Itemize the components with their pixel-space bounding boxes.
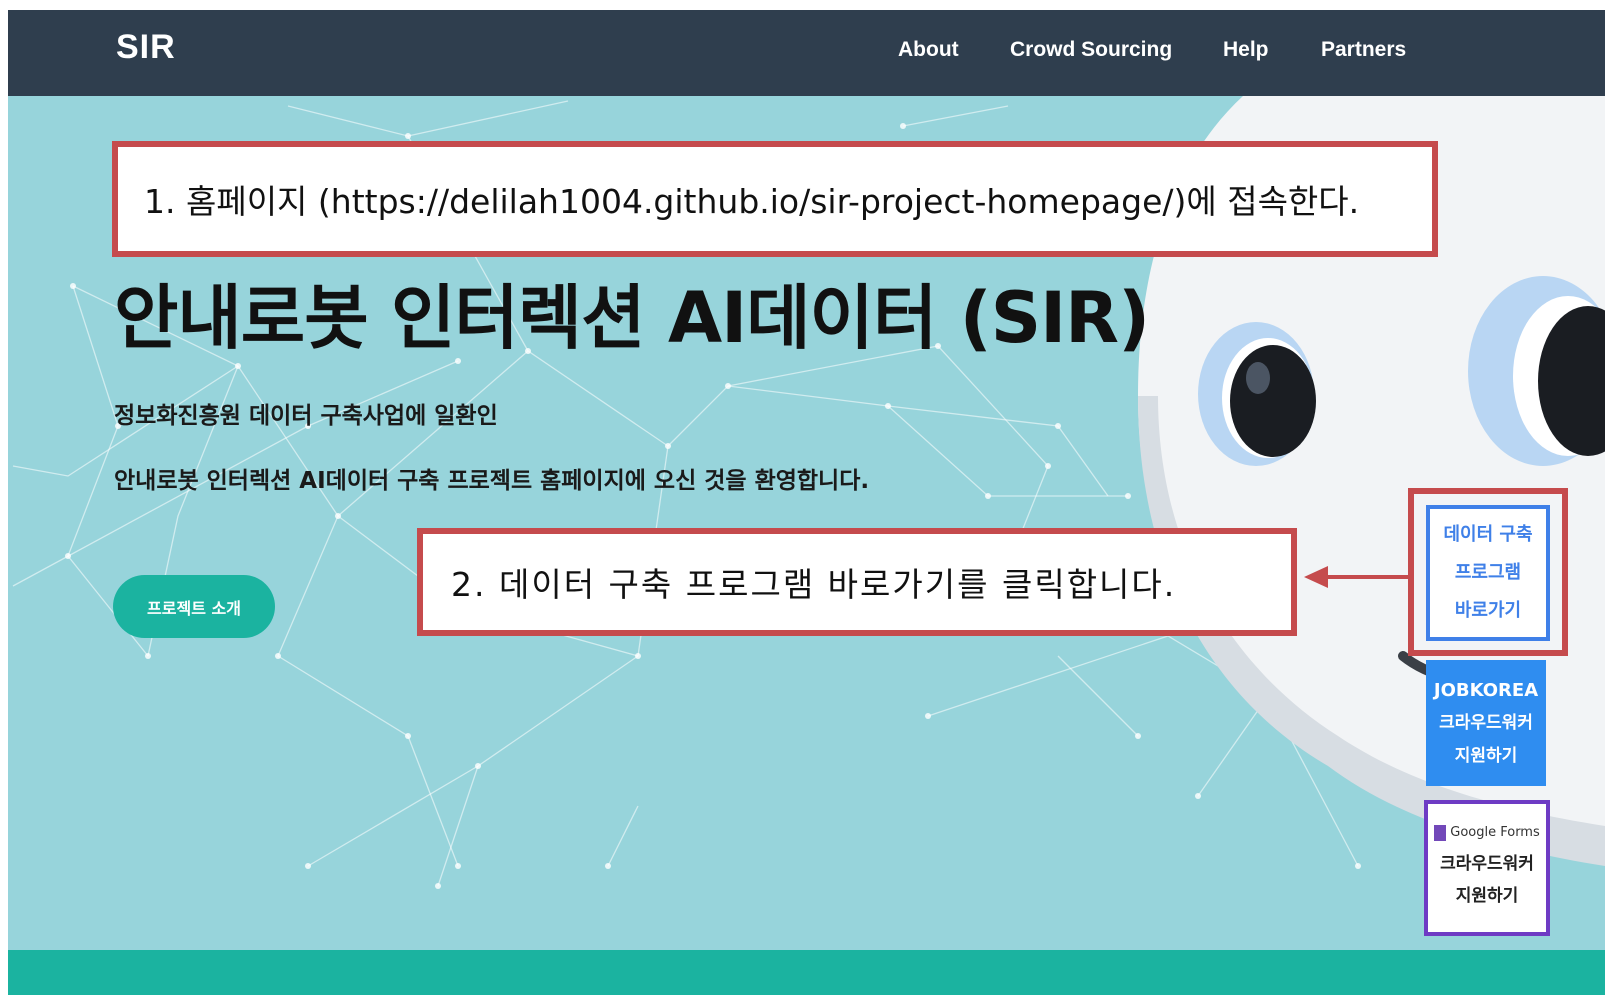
jobkorea-apply-button[interactable]: JOBKOREA 크라우드워커 지원하기 [1426,660,1546,786]
annotation-arrow-head-icon [1304,566,1328,588]
google-forms-label: Google Forms [1450,825,1540,840]
jobkorea-line-3: 지원하기 [1454,745,1518,766]
browser-viewport: SIR About Crowd Sourcing Help Partners 안… [8,10,1605,995]
project-intro-button[interactable]: 프로젝트 소개 [113,575,275,638]
annotation-step-2: 2. 데이터 구축 프로그램 바로가기를 클릭합니다. [417,528,1297,636]
jobkorea-logo-text: JOBKOREA [1433,679,1539,701]
google-forms-line-1: 크라우드워커 [1440,854,1534,874]
hero-subtitle-2: 안내로봇 인터렉션 AI데이터 구축 프로젝트 홈페이지에 오신 것을 환영합니… [114,468,870,494]
annotation-step-1: 1. 홈페이지 (https://delilah1004.github.io/s… [112,141,1438,257]
hero-title: 안내로봇 인터렉션 AI데이터 (SIR) [114,277,1150,359]
google-forms-icon [1434,825,1447,841]
jobkorea-line-2: 크라우드워커 [1439,712,1533,733]
nav-link-help[interactable]: Help [1223,38,1269,62]
annotation-arrow-line [1328,575,1410,579]
google-forms-apply-button[interactable]: Google Forms 크라우드워커 지원하기 [1424,800,1550,936]
nav-link-about[interactable]: About [898,38,959,62]
nav-link-crowd-sourcing[interactable]: Crowd Sourcing [1010,38,1172,62]
footer-band [8,950,1605,995]
annotation-highlight-box [1408,488,1568,656]
nav-link-partners[interactable]: Partners [1321,38,1406,62]
brand-logo[interactable]: SIR [116,28,176,67]
google-forms-line-2: 지원하기 [1455,886,1519,906]
top-navbar: SIR About Crowd Sourcing Help Partners [8,10,1605,96]
google-forms-brand: Google Forms [1434,824,1540,842]
hero-subtitle-1: 정보화진흥원 데이터 구축사업에 일환인 [114,403,498,429]
